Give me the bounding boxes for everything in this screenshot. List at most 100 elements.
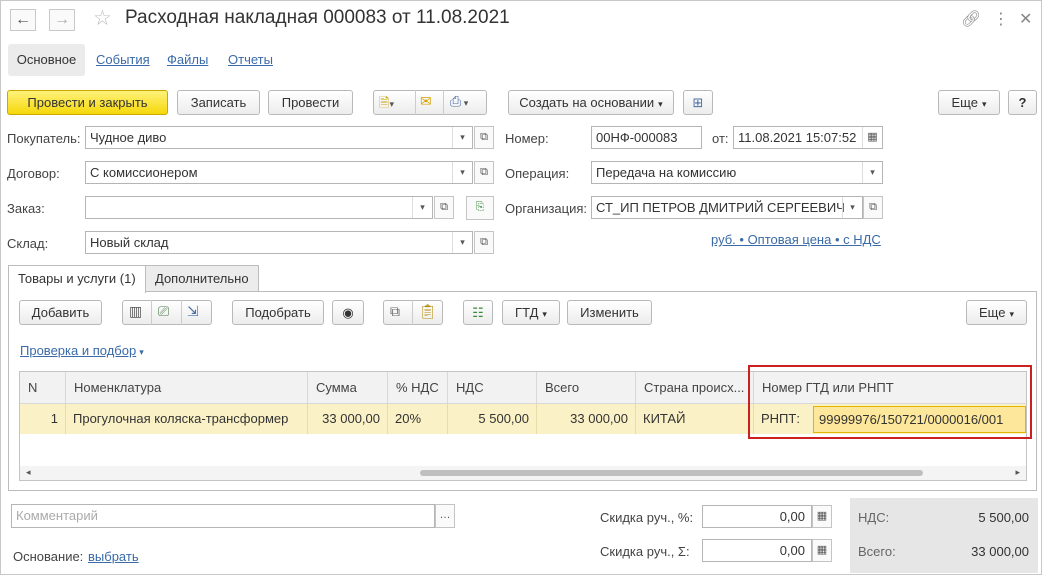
contract-field[interactable]: С комиссионером ▾ [85, 161, 473, 184]
table-cell[interactable]: КИТАЙ [636, 404, 754, 434]
structure-icon[interactable]: ⊞ [683, 90, 713, 115]
back-button[interactable]: ← [10, 9, 36, 31]
table-cell[interactable]: 1 [20, 404, 66, 434]
check-and-pick-link[interactable]: Проверка и подбор ▾ [20, 343, 144, 358]
barcode-icon[interactable]: ▥ [129, 303, 142, 320]
column-header[interactable]: Страна происх... [636, 372, 754, 404]
discount-pct-field[interactable]: 0,00 [702, 505, 812, 528]
tab-goods-services[interactable]: Товары и услуги (1) [8, 265, 146, 293]
number-label: Номер: [505, 131, 549, 146]
data-collector-icon[interactable]: ⇲ [187, 303, 199, 320]
order-field[interactable]: ▾ [85, 196, 433, 219]
date-label: от: [712, 131, 729, 146]
separator [151, 300, 152, 325]
tab-main[interactable]: Основное [8, 44, 85, 76]
buyer-value: Чудное диво [90, 130, 167, 145]
tab-additional[interactable]: Дополнительно [145, 265, 259, 292]
copy-icon[interactable]: ⧉ [390, 303, 400, 320]
chevron-down-icon: ▾ [1009, 309, 1014, 319]
calendar-icon[interactable]: ▦ [862, 127, 882, 148]
window-title: Расходная накладная 000083 от 11.08.2021 [125, 7, 510, 28]
column-header[interactable]: N [20, 372, 66, 404]
table-cell[interactable]: 33 000,00 [537, 404, 636, 434]
price-settings-link[interactable]: руб. • Оптовая цена • с НДС [711, 232, 881, 247]
table-cell[interactable]: 5 500,00 [448, 404, 537, 434]
warehouse-field[interactable]: Новый склад ▾ [85, 231, 473, 254]
warehouse-label: Склад: [7, 236, 49, 251]
change-button[interactable]: Изменить [567, 300, 652, 325]
buyer-field[interactable]: Чудное диво ▾ [85, 126, 473, 149]
forward-button[interactable]: → [49, 9, 75, 31]
more-vertical-icon[interactable]: ⋮ [993, 9, 1009, 29]
open-icon[interactable]: ⧉ [863, 196, 883, 219]
favorite-star-icon[interactable]: ☆ [93, 6, 112, 31]
dropdown-icon[interactable]: ▾ [452, 162, 472, 183]
table-cell[interactable]: 33 000,00 [308, 404, 388, 434]
basis-select-link[interactable]: выбрать [88, 549, 139, 564]
contract-label: Договор: [7, 166, 60, 181]
date-field[interactable]: 11.08.2021 15:07:52 ▦ [733, 126, 883, 149]
email-icon[interactable]: ✉ [420, 93, 432, 110]
more-button[interactable]: Еще ▾ [938, 90, 1000, 115]
date-value: 11.08.2021 15:07:52 [738, 130, 857, 145]
write-button[interactable]: Записать [177, 90, 260, 115]
link-icon[interactable]: 🔗︎ [961, 9, 981, 29]
open-icon[interactable]: ⧉ [474, 126, 494, 149]
document-window: ← → ☆ Расходная накладная 000083 от 11.0… [0, 0, 1042, 575]
dropdown-icon[interactable]: ▾ [862, 162, 882, 183]
tab-files[interactable]: Файлы [167, 52, 208, 67]
comment-field[interactable]: Комментарий [11, 504, 435, 528]
dropdown-icon[interactable]: ▾ [452, 127, 472, 148]
goods-more-button[interactable]: Еще ▾ [966, 300, 1027, 325]
printer-icon[interactable]: ⎙ ▾ [450, 93, 468, 110]
chevron-down-icon: ▾ [658, 99, 663, 109]
table-settings-icon[interactable]: ☷ [463, 300, 493, 325]
tab-reports[interactable]: Отчеты [228, 52, 273, 67]
column-header[interactable]: % НДС [388, 372, 448, 404]
dropdown-icon[interactable]: ▾ [452, 232, 472, 253]
help-button[interactable]: ? [1008, 90, 1037, 115]
comment-expand-button[interactable]: … [435, 504, 455, 528]
calculator-icon[interactable]: ▦ [812, 539, 832, 562]
close-icon[interactable]: ✕ [1019, 9, 1032, 29]
add-row-button[interactable]: Добавить [19, 300, 102, 325]
post-button[interactable]: Провести [268, 90, 353, 115]
paste-icon[interactable]: 📋︎ [419, 303, 437, 320]
open-icon[interactable]: ⧉ [474, 161, 494, 184]
organization-field[interactable]: СТ_ИП ПЕТРОВ ДМИТРИЙ СЕРГЕЕВИЧ ▾ [591, 196, 863, 219]
horizontal-scrollbar[interactable]: ◂ ▸ [20, 466, 1026, 480]
organization-value: СТ_ИП ПЕТРОВ ДМИТРИЙ СЕРГЕЕВИЧ [596, 200, 845, 215]
scrollbar-thumb[interactable] [420, 470, 923, 476]
pick-items-button[interactable]: Подобрать [232, 300, 324, 325]
scroll-left-icon[interactable]: ◂ [26, 467, 31, 478]
scanner-icon[interactable]: ⎚ [158, 303, 169, 320]
column-header[interactable]: Всего [537, 372, 636, 404]
separator [443, 90, 444, 115]
calculator-icon[interactable]: ▦ [812, 505, 832, 528]
vat-total-value: 5 500,00 [978, 510, 1029, 525]
open-icon[interactable]: ⧉ [474, 231, 494, 254]
column-header[interactable]: Номенклатура [66, 372, 308, 404]
operation-label: Операция: [505, 166, 570, 181]
create-based-on-button[interactable]: Создать на основании ▾ [508, 90, 674, 115]
tab-events[interactable]: События [96, 52, 150, 67]
scroll-right-icon[interactable]: ▸ [1015, 467, 1020, 478]
table-cell[interactable]: Прогулочная коляска-трансформер [66, 404, 308, 434]
number-field[interactable]: 00НФ-000083 [591, 126, 702, 149]
dropdown-icon[interactable]: ▾ [412, 197, 432, 218]
fill-by-order-icon[interactable]: ⎘ [466, 196, 494, 220]
operation-field[interactable]: Передача на комиссию ▾ [591, 161, 883, 184]
print-preview-icon[interactable]: 🗎▾ [379, 94, 413, 112]
dropdown-icon[interactable]: ▾ [842, 197, 862, 218]
table-cell[interactable]: 20% [388, 404, 448, 434]
discount-sum-field[interactable]: 0,00 [702, 539, 812, 562]
column-header[interactable]: Сумма [308, 372, 388, 404]
post-and-close-button[interactable]: Провести и закрыть [7, 90, 168, 115]
basis-label: Основание: [13, 549, 84, 564]
gtd-button[interactable]: ГТД ▾ [502, 300, 560, 325]
vat-total-label: НДС: [858, 510, 890, 525]
column-header[interactable]: НДС [448, 372, 537, 404]
eye-icon[interactable]: ◉ [332, 300, 364, 325]
open-icon[interactable]: ⧉ [434, 196, 454, 219]
goods-more-label: Еще [979, 305, 1006, 320]
